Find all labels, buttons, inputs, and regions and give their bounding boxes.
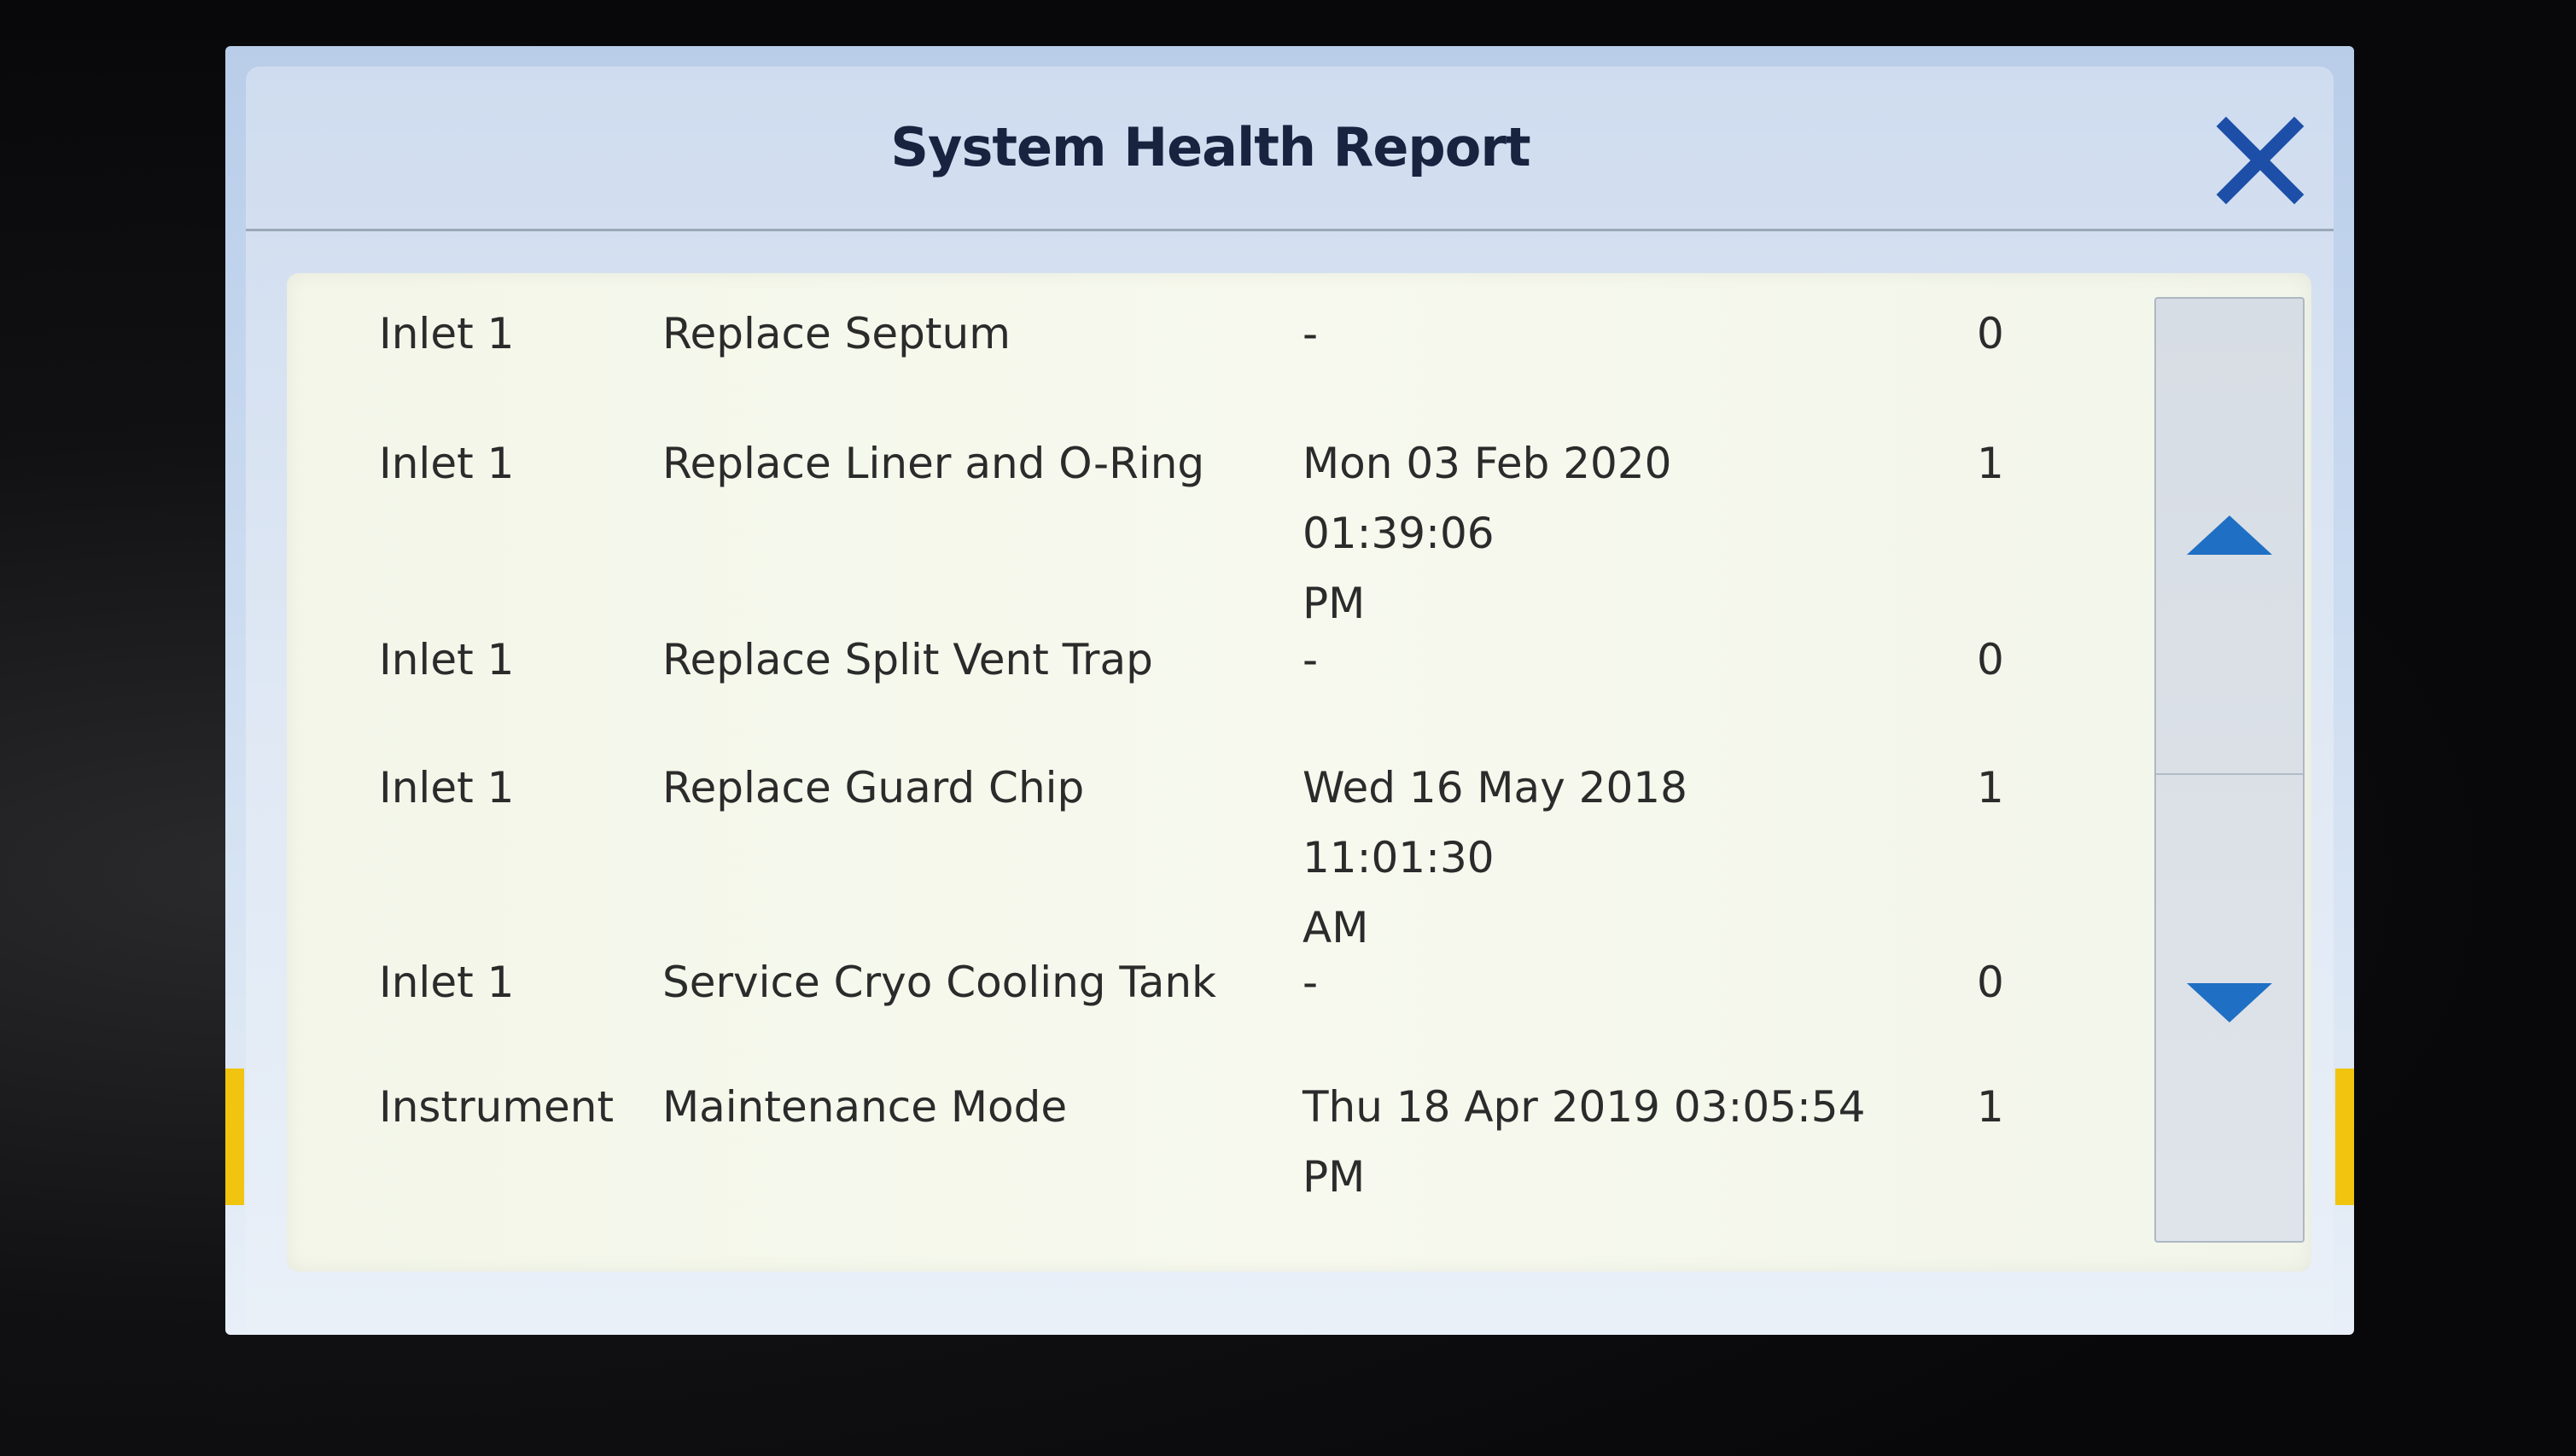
row-count: 0	[1977, 635, 2004, 684]
row-task: Replace Guard Chip	[662, 763, 1085, 812]
row-task: Maintenance Mode	[662, 1082, 1068, 1132]
row-date-line2: PM	[1303, 1152, 1366, 1202]
close-button[interactable]	[2209, 109, 2311, 212]
row-task: Replace Split Vent Trap	[662, 635, 1153, 684]
row-date-line1: Thu 18 Apr 2019 03:05:54	[1303, 1082, 1866, 1132]
row-date: -	[1303, 625, 1866, 695]
status-accent-right	[2335, 1069, 2354, 1205]
row-location: Inlet 1	[379, 309, 515, 358]
triangle-up-icon	[2187, 515, 2272, 555]
row-location: Instrument	[379, 1082, 615, 1132]
row-date-line1: -	[1303, 958, 1319, 1007]
row-count: 1	[1977, 1082, 2004, 1132]
row-location: Inlet 1	[379, 635, 515, 684]
row-date-line1: Mon 03 Feb 2020 01:39:06	[1303, 439, 1672, 558]
report-panel: Inlet 1 Replace Septum - 0 Inlet 1 Repla…	[287, 273, 2311, 1272]
row-task: Replace Liner and O-Ring	[662, 439, 1205, 488]
row-count: 0	[1977, 958, 2004, 1007]
row-count: 1	[1977, 763, 2004, 812]
row-date: Thu 18 Apr 2019 03:05:54 PM	[1303, 1072, 1866, 1212]
row-date: Mon 03 Feb 2020 01:39:06 PM	[1303, 428, 1866, 638]
row-date-line1: Wed 16 May 2018 11:01:30	[1303, 763, 1687, 882]
scroll-up-button[interactable]	[2156, 299, 2303, 775]
close-icon	[2216, 116, 2305, 205]
row-task: Service Cryo Cooling Tank	[662, 958, 1216, 1007]
system-health-dialog: System Health Report Inlet 1 Replace Sep…	[246, 67, 2334, 1335]
row-date: -	[1303, 299, 1866, 369]
scrollbar	[2154, 297, 2305, 1243]
dialog-header: System Health Report	[246, 67, 2334, 231]
row-date-line1: -	[1303, 309, 1319, 358]
dialog-title: System Health Report	[890, 116, 1530, 178]
row-date-line1: -	[1303, 635, 1319, 684]
row-count: 0	[1977, 309, 2004, 358]
row-location: Inlet 1	[379, 763, 515, 812]
status-accent-left	[225, 1069, 244, 1205]
row-date: Wed 16 May 2018 11:01:30 AM	[1303, 753, 1866, 963]
row-task: Replace Septum	[662, 309, 1011, 358]
row-location: Inlet 1	[379, 439, 515, 488]
report-list: Inlet 1 Replace Septum - 0 Inlet 1 Repla…	[287, 273, 2139, 1272]
touch-screen: System Health Report Inlet 1 Replace Sep…	[225, 46, 2354, 1335]
triangle-down-icon	[2187, 983, 2272, 1022]
row-location: Inlet 1	[379, 958, 515, 1007]
row-count: 1	[1977, 439, 2004, 488]
row-date: -	[1303, 947, 1866, 1017]
scroll-down-button[interactable]	[2156, 775, 2303, 1241]
